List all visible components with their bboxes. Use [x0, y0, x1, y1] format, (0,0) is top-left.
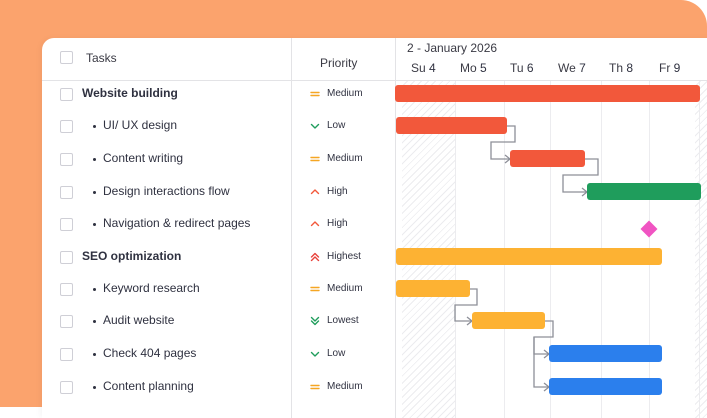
task-bar[interactable] — [549, 345, 662, 362]
task-bar[interactable] — [587, 183, 701, 200]
dependency-connector — [533, 337, 549, 388]
task-bar[interactable] — [396, 248, 662, 265]
task-bar[interactable] — [396, 117, 507, 134]
task-bar[interactable] — [396, 280, 470, 297]
task-bar[interactable] — [395, 85, 700, 102]
task-bar[interactable] — [472, 312, 545, 329]
gantt-chart — [395, 85, 701, 395]
task-bar[interactable] — [510, 150, 585, 167]
task-bar[interactable] — [549, 378, 662, 395]
milestone-diamond-icon[interactable] — [640, 220, 658, 238]
gantt-panel: Tasks Priority 2 - January 2026 Su 4 Mo 5… — [42, 38, 707, 418]
